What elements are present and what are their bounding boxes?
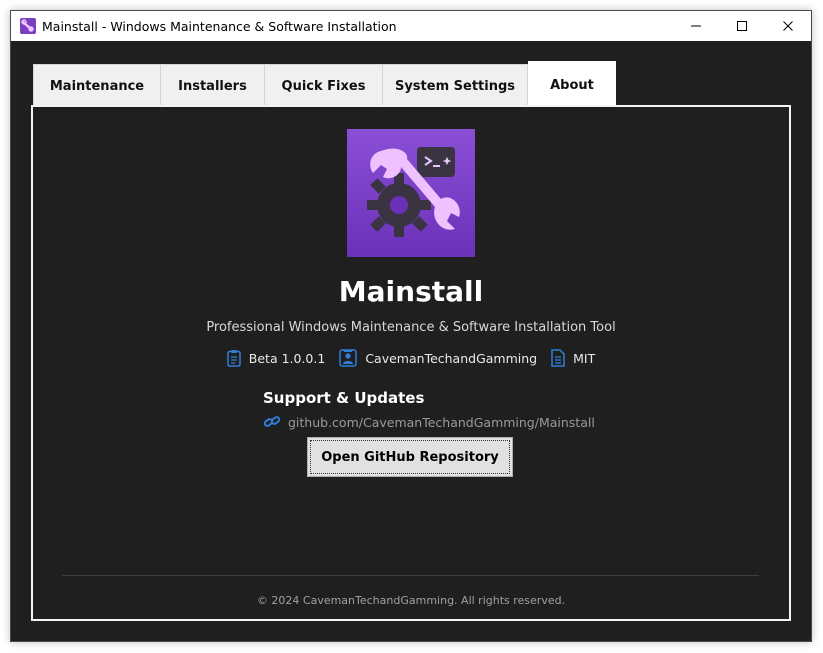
tab-label: System Settings	[394, 79, 516, 94]
close-button[interactable]	[765, 11, 811, 41]
author-info: CavemanTechandGamming	[339, 349, 537, 367]
tab-bar: Maintenance Installers Quick Fixes Syste…	[33, 61, 616, 106]
app-logo	[347, 129, 475, 257]
tab-installers[interactable]: Installers	[160, 64, 265, 106]
window-controls	[673, 11, 811, 41]
version-info: Beta 1.0.0.1	[227, 349, 326, 367]
tab-label: About	[550, 77, 594, 93]
copyright-text: © 2024 CavemanTechandGamming. All rights…	[256, 594, 566, 607]
support-heading: Support & Updates	[263, 389, 425, 407]
maximize-icon	[737, 21, 747, 31]
app-window: Mainstall - Windows Maintenance & Softwa…	[10, 10, 812, 642]
about-panel: Mainstall Professional Windows Maintenan…	[31, 105, 791, 621]
open-github-button[interactable]: Open GitHub Repository	[307, 437, 513, 477]
footer-divider	[62, 575, 759, 576]
close-icon	[783, 21, 793, 31]
author-label: CavemanTechandGamming	[365, 350, 538, 366]
document-icon	[551, 349, 565, 367]
app-meta: Beta 1.0.0.1 CavemanTechandGamming MIT	[33, 349, 789, 367]
minimize-icon	[691, 25, 701, 27]
author-icon	[339, 349, 358, 367]
tab-label: Quick Fixes	[281, 79, 366, 94]
app-name: Mainstall	[338, 275, 484, 308]
tab-system-settings[interactable]: System Settings	[382, 64, 528, 106]
tab-maintenance[interactable]: Maintenance	[33, 64, 161, 106]
tab-quick-fixes[interactable]: Quick Fixes	[264, 64, 383, 106]
link-icon	[263, 416, 281, 427]
license-info: MIT	[551, 349, 595, 367]
minimize-button[interactable]	[673, 11, 719, 41]
clipboard-icon	[227, 350, 241, 367]
window-title: Mainstall - Windows Maintenance & Softwa…	[42, 18, 397, 34]
tab-label: Installers	[178, 79, 247, 94]
tab-label: Maintenance	[49, 79, 145, 94]
app-tagline: Professional Windows Maintenance & Softw…	[206, 320, 616, 335]
repo-url[interactable]: github.com/CavemanTechandGamming/Mainsta…	[288, 415, 595, 430]
version-label: Beta 1.0.0.1	[248, 350, 326, 366]
maximize-button[interactable]	[719, 11, 765, 41]
title-bar[interactable]: Mainstall - Windows Maintenance & Softwa…	[11, 11, 811, 41]
license-label: MIT	[573, 350, 596, 366]
repo-row: github.com/CavemanTechandGamming/Mainsta…	[263, 414, 595, 430]
wrench-gear-icon	[20, 18, 36, 34]
tab-about[interactable]: About	[528, 61, 616, 106]
